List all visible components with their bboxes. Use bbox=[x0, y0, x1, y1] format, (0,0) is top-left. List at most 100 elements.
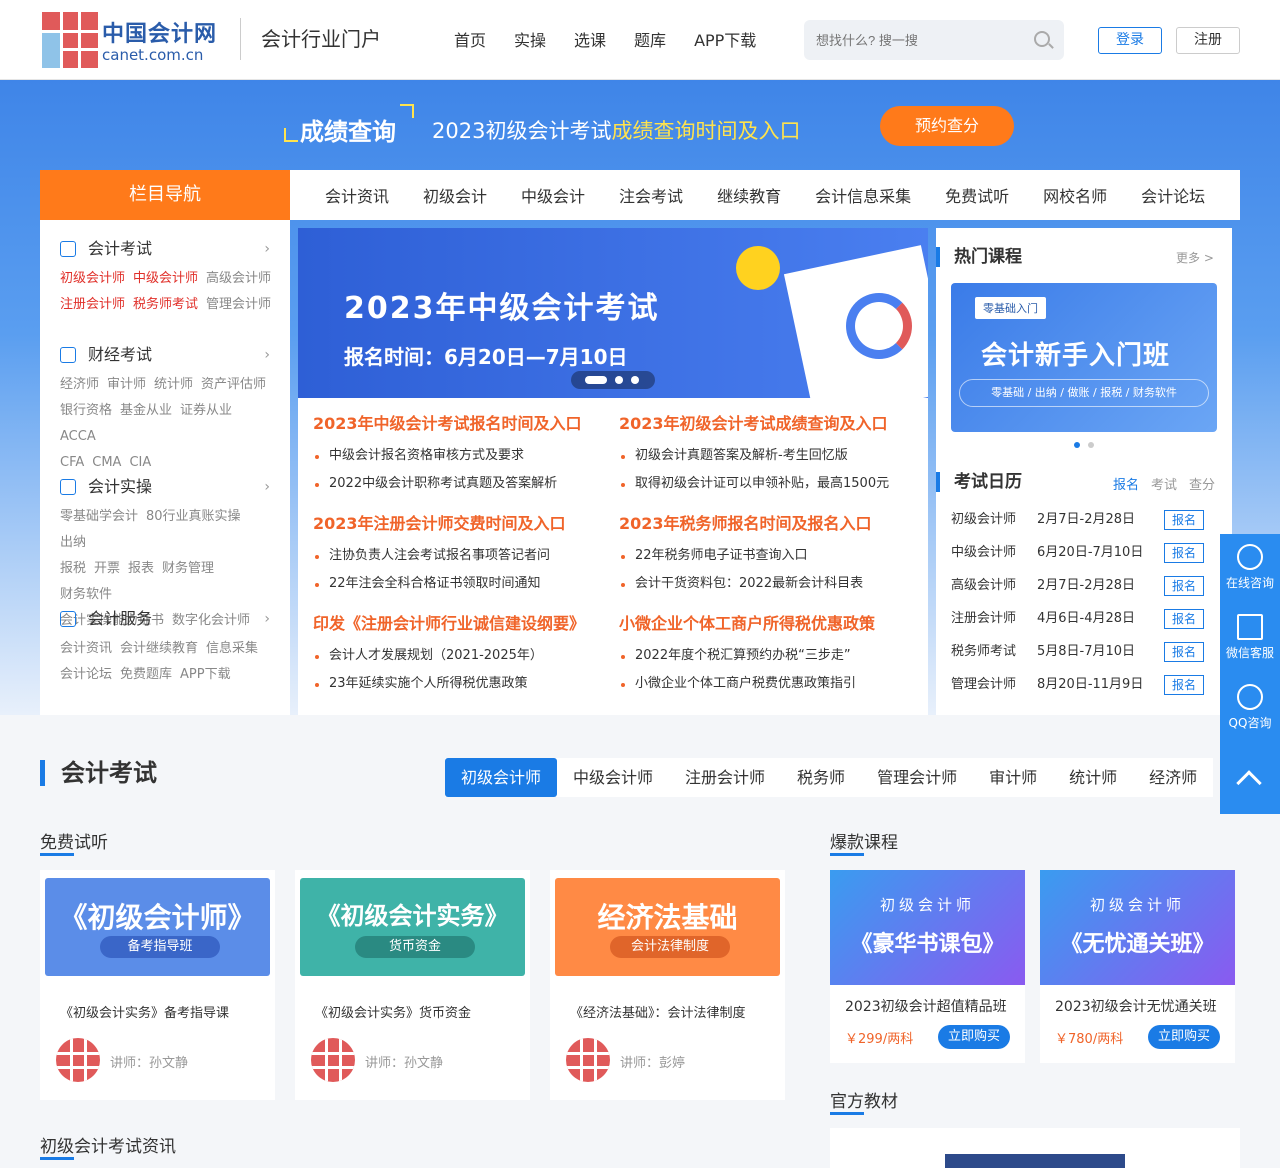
carousel-dot[interactable] bbox=[631, 376, 639, 384]
news-item[interactable]: 取得初级会计证可以申领补贴，最高1500元 bbox=[619, 470, 919, 498]
section-tab[interactable]: 中级会计师 bbox=[557, 758, 669, 797]
wechat-service-button[interactable]: 微信客服 bbox=[1220, 614, 1280, 661]
category-link[interactable]: 报表 bbox=[128, 561, 154, 576]
top-nav-app[interactable]: APP下载 bbox=[680, 28, 770, 54]
category-link[interactable]: 信息采集 bbox=[206, 641, 258, 656]
category-title[interactable]: 财经考试 › bbox=[60, 342, 280, 368]
category-link[interactable]: 出纳 bbox=[60, 535, 86, 550]
calendar-tab-exam[interactable]: 考试 bbox=[1151, 478, 1177, 493]
news-item[interactable]: 23年延续实施个人所得税优惠政策 bbox=[313, 670, 613, 698]
section-tab[interactable]: 统计师 bbox=[1053, 758, 1133, 797]
category-title[interactable]: 会计服务 › bbox=[60, 606, 280, 632]
category-link[interactable]: 会计资讯 bbox=[60, 641, 112, 656]
carousel-dot[interactable] bbox=[615, 376, 623, 384]
section-tab[interactable]: 注册会计师 bbox=[669, 758, 781, 797]
category-link[interactable]: 初级会计师 bbox=[60, 271, 125, 286]
category-link[interactable]: 零基础学会计 bbox=[60, 509, 138, 524]
column-nav-item[interactable]: 初级会计 bbox=[406, 183, 504, 207]
register-badge-button[interactable]: 报名 bbox=[1164, 609, 1204, 629]
carousel-dot[interactable] bbox=[585, 376, 607, 384]
category-link[interactable]: 税务师考试 bbox=[133, 297, 198, 312]
column-nav-item[interactable]: 会计信息采集 bbox=[798, 183, 928, 207]
news-item[interactable]: 注协负责人注会考试报名事项答记者问 bbox=[313, 542, 613, 570]
top-nav-questions[interactable]: 题库 bbox=[620, 28, 680, 54]
column-nav-item[interactable]: 继续教育 bbox=[700, 183, 798, 207]
news-headline[interactable]: 2023年税务师报名时间及报名入口 bbox=[619, 512, 919, 536]
category-link[interactable]: 银行资格 bbox=[60, 403, 112, 418]
textbook-card[interactable] bbox=[830, 1128, 1240, 1168]
more-link[interactable]: 更多 > bbox=[1176, 249, 1214, 266]
category-link[interactable]: 报税 bbox=[60, 561, 86, 576]
top-nav-home[interactable]: 首页 bbox=[440, 28, 500, 54]
category-link[interactable]: CMA bbox=[92, 455, 121, 470]
category-link[interactable]: 中级会计师 bbox=[133, 271, 198, 286]
news-item[interactable]: 2022年度个税汇算预约办税“三步走” bbox=[619, 642, 919, 670]
site-logo[interactable]: 中国会计网 canet.com.cn bbox=[42, 12, 222, 68]
category-link[interactable]: 会计继续教育 bbox=[120, 641, 198, 656]
top-nav-courses[interactable]: 选课 bbox=[560, 28, 620, 54]
column-nav-item[interactable]: 中级会计 bbox=[504, 183, 602, 207]
hot-course-card[interactable]: 初级会计师 《无忧通关班》 2023初级会计无忧通关班 ￥780/两科 立即购买 bbox=[1040, 870, 1235, 1063]
section-tab[interactable]: 审计师 bbox=[973, 758, 1053, 797]
category-title[interactable]: 会计实操 › bbox=[60, 474, 280, 500]
buy-now-button[interactable]: 立即购买 bbox=[1148, 1025, 1220, 1049]
news-item[interactable]: 初级会计真题答案及解析-考生回忆版 bbox=[619, 442, 919, 470]
news-headline[interactable]: 印发《注册会计师行业诚信建设纲要》 bbox=[313, 612, 613, 636]
category-link[interactable]: 会计论坛 bbox=[60, 667, 112, 682]
column-nav-item[interactable]: 会计资讯 bbox=[308, 183, 406, 207]
category-link[interactable]: 基金从业 bbox=[120, 403, 172, 418]
online-consult-button[interactable]: 在线咨询 bbox=[1220, 544, 1280, 591]
register-badge-button[interactable]: 报名 bbox=[1164, 510, 1204, 530]
news-headline[interactable]: 2023年注册会计师交费时间及入口 bbox=[313, 512, 613, 536]
register-badge-button[interactable]: 报名 bbox=[1164, 576, 1204, 596]
category-link[interactable]: 统计师 bbox=[154, 377, 193, 392]
news-item[interactable]: 会计人才发展规划（2021-2025年） bbox=[313, 642, 613, 670]
column-nav-item[interactable]: 注会考试 bbox=[602, 183, 700, 207]
search-icon[interactable] bbox=[1034, 31, 1050, 47]
news-headline[interactable]: 2023年初级会计考试成绩查询及入口 bbox=[619, 412, 919, 436]
hot-course-card[interactable]: 零基础入门 会计新手入门班 零基础 / 出纳 / 做账 / 报税 / 财务软件 bbox=[951, 283, 1217, 432]
search-input[interactable] bbox=[816, 28, 1016, 52]
column-nav-item[interactable]: 会计论坛 bbox=[1124, 183, 1222, 207]
category-link[interactable]: 开票 bbox=[94, 561, 120, 576]
carousel-dot[interactable] bbox=[1074, 442, 1080, 448]
category-link[interactable]: 注册会计师 bbox=[60, 297, 125, 312]
category-link[interactable]: 审计师 bbox=[107, 377, 146, 392]
trial-card[interactable]: 《初级会计实务》 货币资金 《初级会计实务》货币资金 讲师：孙文静 bbox=[295, 870, 530, 1100]
news-item[interactable]: 22年税务师电子证书查询入口 bbox=[619, 542, 919, 570]
news-headline[interactable]: 2023年中级会计考试报名时间及入口 bbox=[313, 412, 613, 436]
category-link[interactable]: 经济师 bbox=[60, 377, 99, 392]
news-headline[interactable]: 小微企业个体工商户所得税优惠政策 bbox=[619, 612, 919, 636]
qq-consult-button[interactable]: QQ咨询 bbox=[1220, 684, 1280, 731]
news-item[interactable]: 小微企业个体工商户税费优惠政策指引 bbox=[619, 670, 919, 698]
category-link[interactable]: 80行业真账实操 bbox=[146, 509, 241, 524]
category-title[interactable]: 会计考试 › bbox=[60, 236, 280, 262]
category-link[interactable]: 财务软件 bbox=[60, 587, 112, 602]
category-link[interactable]: CFA bbox=[60, 455, 84, 470]
category-link[interactable]: 证券从业 bbox=[180, 403, 232, 418]
trial-card[interactable]: 《初级会计师》 备考指导班 《初级会计实务》备考指导课 讲师：孙文静 bbox=[40, 870, 275, 1100]
category-link[interactable]: 管理会计师 bbox=[206, 297, 271, 312]
register-badge-button[interactable]: 报名 bbox=[1164, 642, 1204, 662]
category-link[interactable]: ACCA bbox=[60, 429, 96, 444]
news-item[interactable]: 22年注会全科合格证书领取时间通知 bbox=[313, 570, 613, 598]
category-link[interactable]: 免费题库 bbox=[120, 667, 172, 682]
news-item[interactable]: 中级会计报名资格审核方式及要求 bbox=[313, 442, 613, 470]
carousel-dot[interactable] bbox=[1088, 442, 1094, 448]
top-nav-practice[interactable]: 实操 bbox=[500, 28, 560, 54]
news-item[interactable]: 2022中级会计职称考试真题及答案解析 bbox=[313, 470, 613, 498]
back-to-top-icon[interactable] bbox=[1236, 770, 1262, 796]
news-item[interactable]: 会计干货资料包：2022最新会计科目表 bbox=[619, 570, 919, 598]
category-link[interactable]: APP下载 bbox=[180, 667, 231, 682]
calendar-tab-score[interactable]: 查分 bbox=[1189, 478, 1215, 493]
buy-now-button[interactable]: 立即购买 bbox=[938, 1025, 1010, 1049]
login-button[interactable]: 登录 bbox=[1098, 27, 1162, 54]
category-link[interactable]: 财务管理 bbox=[162, 561, 214, 576]
column-nav-item[interactable]: 网校名师 bbox=[1026, 183, 1124, 207]
category-link[interactable]: 资产评估师 bbox=[201, 377, 266, 392]
register-badge-button[interactable]: 报名 bbox=[1164, 675, 1204, 695]
section-tab[interactable]: 税务师 bbox=[781, 758, 861, 797]
carousel-slide[interactable]: 2023年中级会计考试 报名时间：6月20日—7月10日 bbox=[298, 228, 928, 398]
column-nav-item[interactable]: 免费试听 bbox=[928, 183, 1026, 207]
hot-course-card[interactable]: 初级会计师 《豪华书课包》 2023初级会计超值精品班 ￥299/两科 立即购买 bbox=[830, 870, 1025, 1063]
